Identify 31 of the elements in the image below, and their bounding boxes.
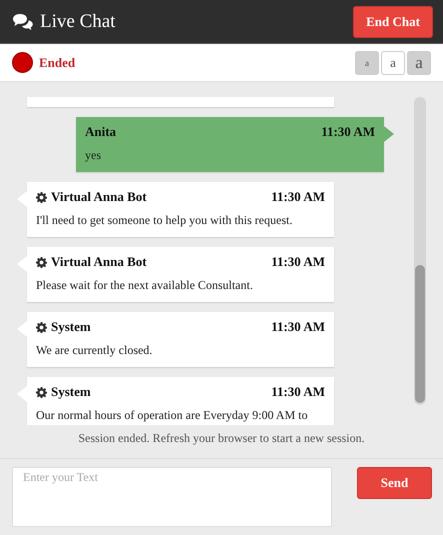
font-size-button[interactable]: a <box>355 50 379 74</box>
gear-icon <box>36 192 47 202</box>
sender-name: System <box>51 319 91 335</box>
sender-name: System <box>51 384 91 400</box>
send-button[interactable]: Send <box>357 467 432 499</box>
sender-name: Virtual Anna Bot <box>51 189 147 205</box>
end-chat-button[interactable]: End Chat <box>353 6 433 38</box>
gear-icon <box>36 322 47 332</box>
font-size-button[interactable]: a <box>407 50 431 74</box>
gear-icon <box>36 256 47 268</box>
sender-name: Virtual Anna Bot <box>51 254 147 270</box>
scrollbar[interactable] <box>414 97 426 405</box>
sender-name: Anita <box>85 124 116 140</box>
gear-icon <box>36 386 47 398</box>
message-text: Our normal hours of operation are Everyday 9:00 AM to <box>36 408 308 422</box>
session-notice: Session ended. Refresh your browser to start a new session. <box>0 425 443 459</box>
message-text: Please wait for the next available Consultant. <box>36 278 253 292</box>
message-time: 11:30 AM <box>271 319 325 335</box>
chat-bubbles-icon <box>12 12 34 30</box>
font-size-button[interactable]: a <box>381 50 405 74</box>
status-label: Ended <box>39 54 76 70</box>
message-text: I'll need to get someone to help you with this request. <box>36 213 292 227</box>
window-title: Live Chat <box>40 10 116 32</box>
message-input[interactable]: Enter your Text <box>12 467 332 527</box>
message-time: 11:30 AM <box>271 189 325 205</box>
message-time: 11:30 AM <box>271 384 325 400</box>
message-text: We are currently closed. <box>36 343 152 357</box>
message-time: 11:30 AM <box>271 254 325 270</box>
message-text: yes <box>85 148 101 162</box>
message-time: 11:30 AM <box>321 124 375 140</box>
status-dot <box>12 52 33 73</box>
